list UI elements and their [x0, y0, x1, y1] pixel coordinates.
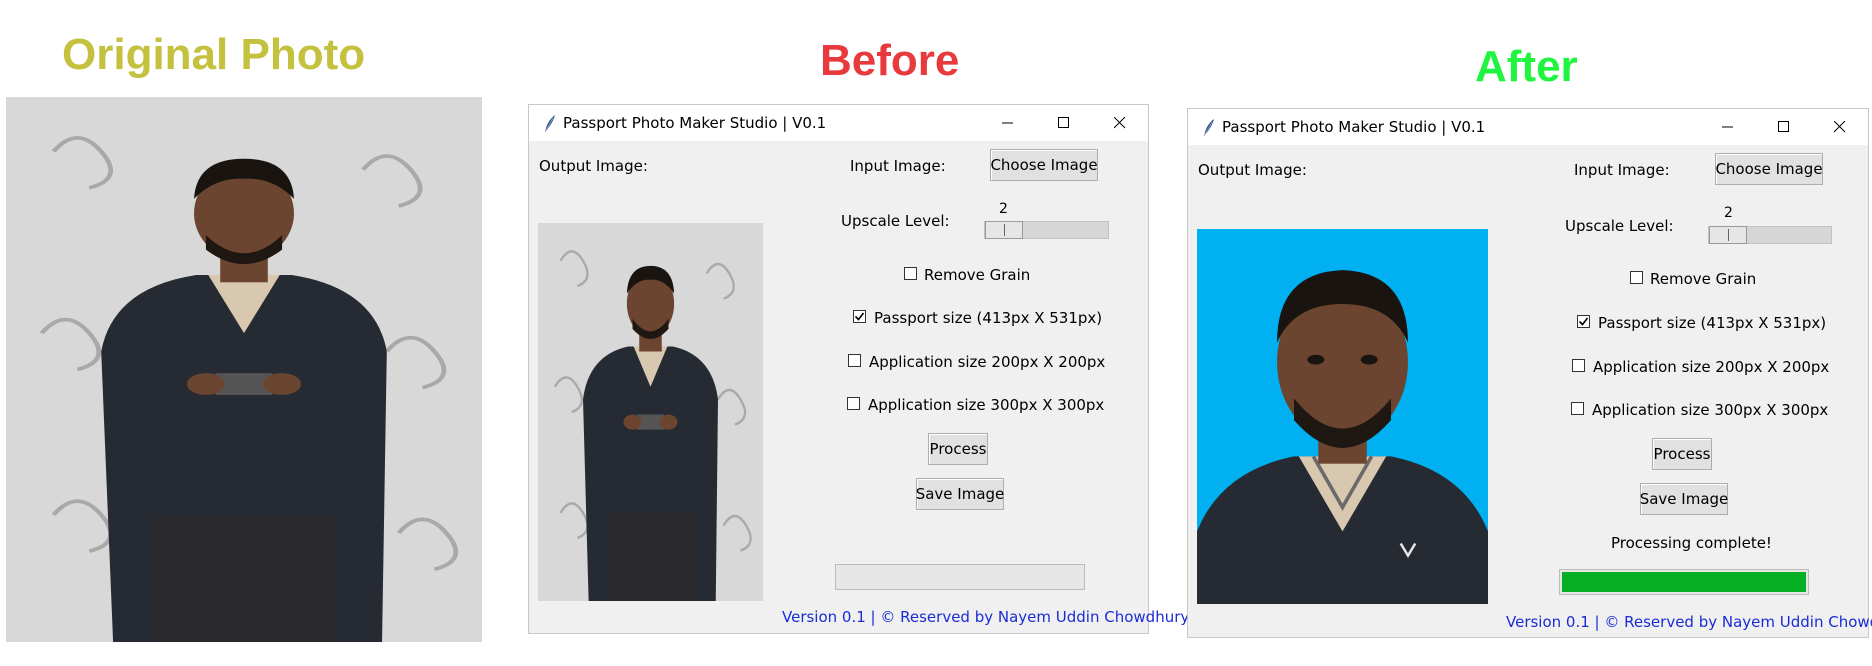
passport-size-checkbox[interactable]: [1577, 315, 1590, 328]
title-bar: Passport Photo Maker Studio | V0.1: [1188, 109, 1868, 145]
choose-image-button[interactable]: Choose Image: [990, 149, 1098, 181]
before-app-window: Passport Photo Maker Studio | V0.1 Outpu…: [528, 104, 1189, 634]
maximize-icon: [1058, 117, 1069, 128]
output-image: [1197, 229, 1488, 604]
application-size-300-label: Application size 300px X 300px: [1592, 401, 1829, 419]
original-photo: [6, 97, 482, 642]
application-size-200-label: Application size 200px X 200px: [1593, 358, 1830, 376]
minimize-icon: [1002, 122, 1013, 124]
footer-text: Version 0.1 | © Reserved by Nayem Uddin …: [782, 608, 1190, 626]
maximize-icon: [1778, 121, 1789, 132]
window-title: Passport Photo Maker Studio | V0.1: [563, 114, 827, 132]
upscale-slider[interactable]: [1708, 226, 1832, 244]
after-heading: After: [1475, 42, 1578, 91]
application-size-300-checkbox[interactable]: [847, 397, 860, 410]
title-bar: Passport Photo Maker Studio | V0.1: [529, 105, 1148, 141]
after-app-window: Passport Photo Maker Studio | V0.1 Outpu…: [1187, 108, 1872, 638]
progress-bar: [835, 564, 1085, 590]
remove-grain-checkbox[interactable]: [1630, 271, 1643, 284]
minimize-button[interactable]: [1700, 109, 1756, 145]
upscale-value: 2: [999, 201, 1008, 217]
save-image-button[interactable]: Save Image: [1640, 483, 1728, 515]
passport-size-label: Passport size (413px X 531px): [874, 309, 1103, 327]
close-icon: [1834, 121, 1846, 133]
save-image-button[interactable]: Save Image: [916, 478, 1004, 510]
close-button[interactable]: [1092, 105, 1148, 141]
window-title: Passport Photo Maker Studio | V0.1: [1222, 118, 1486, 136]
remove-grain-label: Remove Grain: [924, 266, 1031, 284]
progress-bar: [1559, 569, 1809, 595]
remove-grain-label: Remove Grain: [1650, 270, 1757, 288]
status-text: Processing complete!: [1611, 534, 1772, 552]
output-image-label: Output Image:: [539, 157, 648, 175]
input-image-label: Input Image:: [850, 157, 946, 175]
maximize-button[interactable]: [1756, 109, 1812, 145]
application-size-200-checkbox[interactable]: [1572, 359, 1585, 372]
before-heading: Before: [820, 36, 960, 85]
application-size-200-label: Application size 200px X 200px: [869, 353, 1106, 371]
close-icon: [1114, 117, 1126, 129]
application-size-200-checkbox[interactable]: [848, 354, 861, 367]
upscale-slider[interactable]: [984, 221, 1109, 239]
process-button[interactable]: Process: [928, 433, 988, 465]
choose-image-button[interactable]: Choose Image: [1715, 153, 1823, 185]
application-size-300-label: Application size 300px X 300px: [868, 396, 1105, 414]
checkmark-icon: [854, 312, 865, 321]
output-image-label: Output Image:: [1198, 161, 1307, 179]
minimize-icon: [1722, 126, 1733, 128]
footer-text: Version 0.1 | © Reserved by Nayem Uddin …: [1506, 613, 1872, 631]
slider-thumb[interactable]: [1709, 226, 1747, 244]
upscale-level-label: Upscale Level:: [841, 212, 950, 230]
remove-grain-checkbox[interactable]: [904, 267, 917, 280]
passport-size-label: Passport size (413px X 531px): [1598, 314, 1827, 332]
close-button[interactable]: [1812, 109, 1868, 145]
maximize-button[interactable]: [1036, 105, 1092, 141]
input-image-label: Input Image:: [1574, 161, 1670, 179]
passport-size-checkbox[interactable]: [853, 310, 866, 323]
application-size-300-checkbox[interactable]: [1571, 402, 1584, 415]
minimize-button[interactable]: [980, 105, 1036, 141]
output-image: [538, 223, 763, 601]
upscale-level-label: Upscale Level:: [1565, 217, 1674, 235]
process-button[interactable]: Process: [1652, 438, 1712, 470]
checkmark-icon: [1578, 317, 1589, 326]
feather-icon: [1203, 119, 1214, 137]
upscale-value: 2: [1724, 205, 1733, 221]
slider-thumb[interactable]: [985, 221, 1023, 239]
feather-icon: [544, 115, 555, 133]
progress-fill: [1562, 572, 1806, 592]
original-photo-heading: Original Photo: [62, 30, 366, 79]
